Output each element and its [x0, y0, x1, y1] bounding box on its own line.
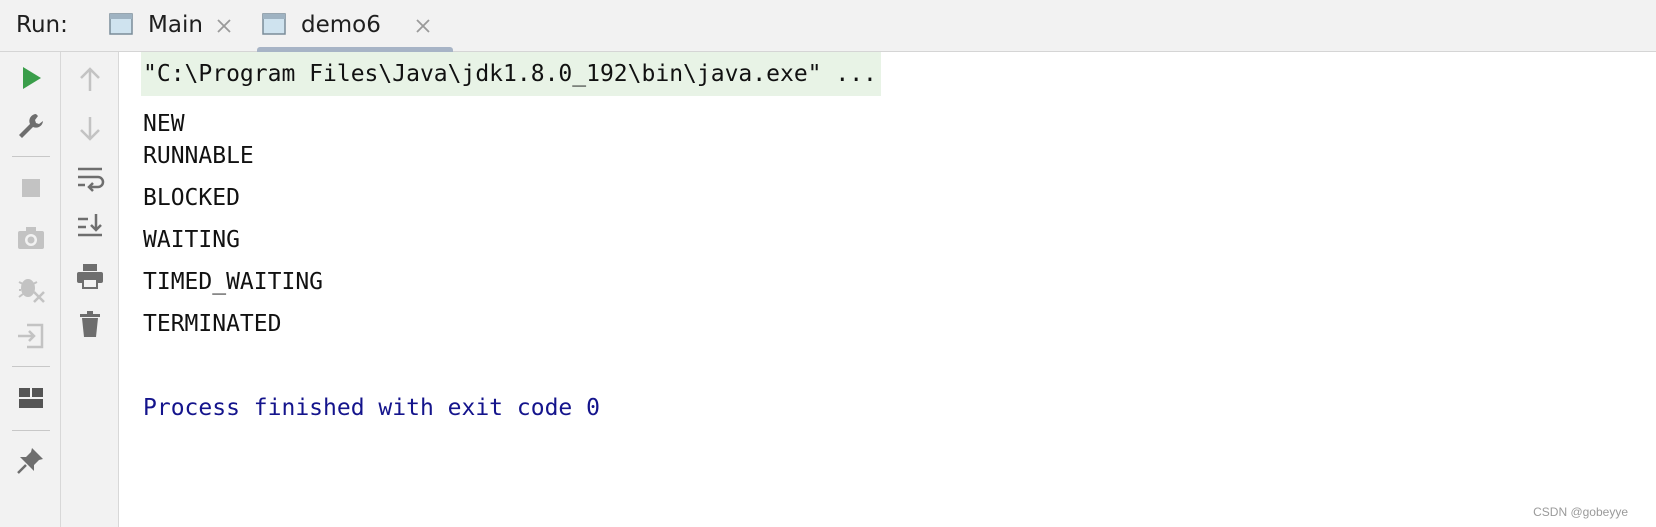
console-line: BLOCKED [143, 185, 240, 211]
console-output[interactable]: "C:\Program Files\Java\jdk1.8.0_192\bin\… [119, 52, 1656, 527]
layout-icon[interactable] [15, 382, 47, 414]
console-line: NEW [143, 111, 185, 137]
run-label: Run: [16, 12, 68, 38]
run-icon[interactable] [15, 62, 47, 94]
wrench-icon[interactable] [15, 110, 47, 142]
arrow-down-icon[interactable] [74, 112, 106, 144]
command-line: "C:\Program Files\Java\jdk1.8.0_192\bin\… [141, 52, 881, 96]
toolbar-separator [12, 156, 50, 157]
window-icon [261, 12, 287, 36]
tab-main-label: Main [148, 12, 203, 38]
stop-icon[interactable] [15, 172, 47, 204]
console-actions-toolbar [61, 52, 119, 527]
soft-wrap-icon[interactable] [74, 162, 106, 194]
run-tool-window-tabbar: Run: Main demo6 [0, 0, 1656, 52]
arrow-up-icon[interactable] [74, 64, 106, 96]
console-line: RUNNABLE [143, 143, 254, 169]
console-line: TERMINATED [143, 311, 282, 337]
pin-icon[interactable] [15, 444, 47, 476]
import-icon[interactable] [15, 320, 47, 352]
watermark: CSDN @gobeyye [1533, 505, 1628, 519]
camera-icon[interactable] [15, 222, 47, 254]
tab-demo6[interactable]: demo6 [257, 0, 453, 52]
toolbar-separator [12, 366, 50, 367]
run-controls-toolbar [0, 52, 61, 527]
console-line: TIMED_WAITING [143, 269, 324, 295]
toolbar-separator [12, 430, 50, 431]
console-line: WAITING [143, 227, 240, 253]
scroll-to-end-icon[interactable] [74, 210, 106, 242]
tab-demo6-label: demo6 [301, 12, 381, 38]
tab-main[interactable]: Main [104, 0, 244, 52]
debug-exclude-icon[interactable] [15, 272, 47, 304]
window-icon [108, 12, 134, 36]
trash-icon[interactable] [74, 308, 106, 340]
print-icon[interactable] [74, 260, 106, 292]
close-icon[interactable] [413, 16, 433, 36]
exit-message: Process finished with exit code 0 [143, 395, 600, 421]
close-icon[interactable] [214, 16, 234, 36]
